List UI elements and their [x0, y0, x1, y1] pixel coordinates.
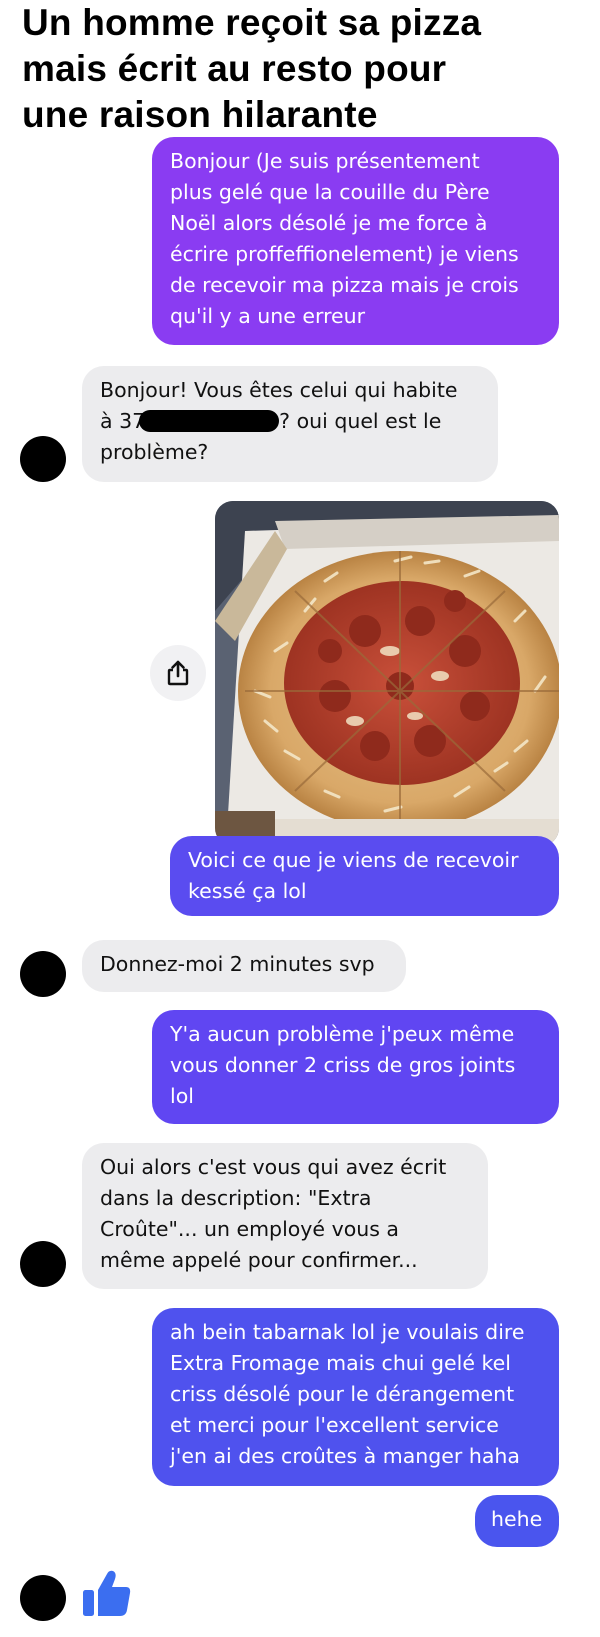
message-line: qu'il y a une erreur: [170, 304, 366, 328]
avatar[interactable]: [20, 436, 66, 482]
thumbs-up-icon[interactable]: [80, 1566, 134, 1620]
pizza-photo[interactable]: [215, 501, 559, 846]
outgoing-message[interactable]: Bonjour (Je suis présentement plus gelé …: [152, 137, 559, 345]
message-line: de recevoir ma pizza mais je crois: [170, 273, 519, 297]
incoming-message[interactable]: Bonjour! Vous êtes celui qui habite à 37…: [82, 366, 498, 482]
message-line: Bonjour! Vous êtes celui qui habite: [100, 378, 458, 402]
message-line: et merci pour l'excellent service: [170, 1413, 499, 1437]
message-line: Y'a aucun problème j'peux même: [170, 1022, 515, 1046]
avatar[interactable]: [20, 951, 66, 997]
headline: Un homme reçoit sa pizza mais écrit au r…: [22, 0, 592, 138]
message-line: problème?: [100, 440, 209, 464]
message-line: dans la description: "Extra: [100, 1186, 372, 1210]
headline-line-3: une raison hilarante: [22, 94, 378, 135]
message-line: Bonjour (Je suis présentement: [170, 149, 480, 173]
message-line: plus gelé que la couille du Père: [170, 180, 490, 204]
outgoing-message[interactable]: Y'a aucun problème j'peux même vous donn…: [152, 1010, 559, 1124]
message-line: même appelé pour confirmer...: [100, 1248, 418, 1272]
headline-line-2: mais écrit au resto pour: [22, 48, 447, 89]
outgoing-message[interactable]: ah bein tabarnak lol je voulais dire Ext…: [152, 1308, 559, 1486]
headline-line-1: Un homme reçoit sa pizza: [22, 2, 482, 43]
message-line: j'en ai des croûtes à manger haha: [170, 1444, 520, 1468]
outgoing-message[interactable]: hehe: [475, 1495, 559, 1547]
message-line: Voici ce que je viens de recevoir: [188, 848, 519, 872]
outgoing-message[interactable]: Voici ce que je viens de recevoir kessé …: [170, 836, 559, 916]
pizza-photo-image: [215, 501, 559, 846]
incoming-message[interactable]: Donnez-moi 2 minutes svp: [82, 940, 406, 992]
message-line: écrire proffeffionelement) je viens: [170, 242, 519, 266]
avatar[interactable]: [20, 1575, 66, 1621]
message-line: Oui alors c'est vous qui avez écrit: [100, 1155, 447, 1179]
message-line: Donnez-moi 2 minutes svp: [100, 952, 375, 976]
incoming-message[interactable]: Oui alors c'est vous qui avez écrit dans…: [82, 1143, 488, 1289]
message-fragment: ? oui quel est le: [279, 409, 442, 433]
message-line: vous donner 2 criss de gros joints: [170, 1053, 516, 1077]
message-line: ah bein tabarnak lol je voulais dire: [170, 1320, 525, 1344]
message-line: lol: [170, 1084, 194, 1108]
message-line: à 37? oui quel est le: [100, 406, 480, 437]
message-line: kessé ça lol: [188, 879, 307, 903]
message-line: criss désolé pour le dérangement: [170, 1382, 515, 1406]
message-line: Croûte"... un employé vous a: [100, 1217, 399, 1241]
message-line: Extra Fromage mais chui gelé kel: [170, 1351, 511, 1375]
message-line: hehe: [491, 1507, 543, 1531]
share-icon: [167, 660, 189, 686]
share-button[interactable]: [150, 645, 206, 701]
avatar[interactable]: [20, 1241, 66, 1287]
redacted-address: [139, 410, 280, 432]
message-line: Noël alors désolé je me force à: [170, 211, 488, 235]
